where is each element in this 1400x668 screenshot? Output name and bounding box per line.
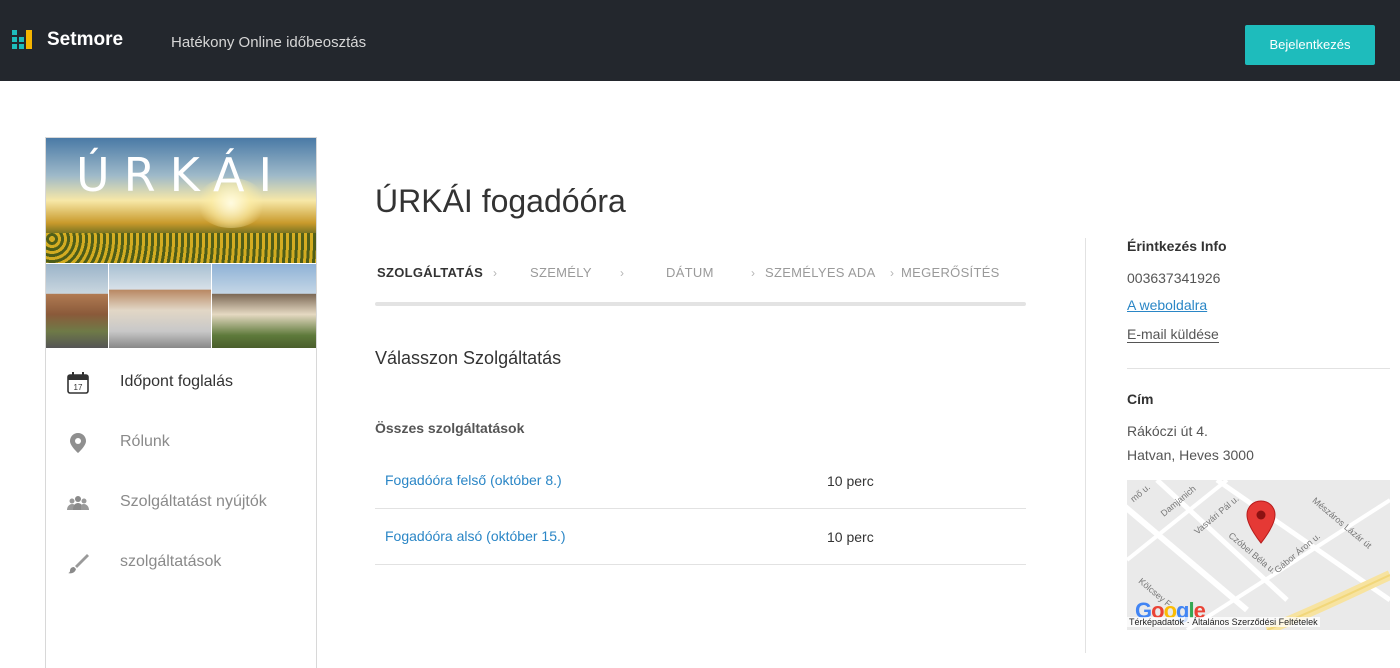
svg-text:17: 17 [74,383,83,392]
sidebar-item-label: szolgáltatások [120,553,222,570]
location-map[interactable]: mő u. Damjanich Vasvári Pál u. Czóbel Bé… [1127,480,1390,630]
service-duration: 10 perc [827,473,874,489]
website-link[interactable]: A weboldalra [1127,297,1207,313]
column-divider [1085,238,1086,653]
step-date[interactable]: DÁTUM [666,265,714,280]
setmore-logo-icon [12,30,36,50]
step-personal-data[interactable]: SZEMÉLYES ADA [765,265,876,280]
sidebar-item-booking[interactable]: 17 Időpont foglalás [46,363,316,403]
step-confirmation[interactable]: MEGERŐSÍTÉS [901,265,1000,280]
service-name-link[interactable]: Fogadóóra alsó (október 15.) [385,528,566,544]
booking-steps: SZOLGÁLTATÁS › SZEMÉLY › DÁTUM › SZEMÉLY… [375,265,1026,285]
sidebar-item-providers[interactable]: Szolgáltatást nyújtók [46,483,316,523]
login-button[interactable]: Bejelentkezés [1245,25,1375,65]
brand-tagline: Hatékony Online időbeosztás [171,34,367,51]
map-attribution[interactable]: Térképadatok · Általános Szerződési Felt… [1127,617,1320,627]
banner-title: ÚRKÁI [75,148,287,202]
address-heading: Cím [1127,391,1154,407]
chevron-right-icon: › [620,266,624,280]
building-photos [46,264,316,348]
sidebar-item-services[interactable]: szolgáltatások [46,543,316,583]
service-name-link[interactable]: Fogadóóra felső (október 8.) [385,472,562,488]
service-row[interactable]: Fogadóóra alsó (október 15.) 10 perc [375,508,1026,565]
sidebar-item-label: Rólunk [120,433,170,450]
section-title: Válasszon Szolgáltatás [375,348,562,368]
service-row[interactable]: Fogadóóra felső (október 8.) 10 perc [375,452,1026,509]
calendar-icon: 17 [67,372,89,394]
top-navigation-bar: Setmore Hatékony Online időbeosztás Beje… [0,0,1400,81]
people-icon [67,496,89,510]
building-photo [46,264,108,348]
sidebar-item-about[interactable]: Rólunk [46,423,316,463]
chevron-right-icon: › [493,266,497,280]
service-group-title: Összes szolgáltatások [375,420,525,436]
send-email-link[interactable]: E-mail küldése [1127,326,1219,343]
brush-icon [68,554,89,574]
step-progress-bar [375,302,1026,306]
step-staff[interactable]: SZEMÉLY [530,265,592,280]
building-photo [212,264,316,348]
map-terms-link[interactable]: Általános Szerződési Feltételek [1192,617,1318,627]
building-photo [109,264,211,348]
chevron-right-icon: › [751,266,755,280]
brand-name[interactable]: Setmore [47,29,123,51]
address-line-2: Hatvan, Heves 3000 [1127,447,1254,463]
service-duration: 10 perc [827,529,874,545]
divider [1127,368,1390,369]
address-line-1: Rákóczi út 4. [1127,423,1208,439]
contact-heading: Érintkezés Info [1127,238,1227,254]
sidebar-item-label: Szolgáltatást nyújtók [120,493,267,510]
map-marker-icon[interactable] [1246,500,1276,544]
step-service[interactable]: SZOLGÁLTATÁS [377,265,483,280]
sidebar-item-label: Időpont foglalás [120,373,233,390]
business-sidebar: ÚRKÁI 17 Időpont foglalás Rólunk Szolgál… [45,137,317,668]
business-banner-image: ÚRKÁI [46,138,316,263]
map-pin-icon [70,433,86,453]
page-title: ÚRKÁI fogadóóra [375,183,626,219]
phone-number: 003637341926 [1127,270,1221,286]
chevron-right-icon: › [890,266,894,280]
